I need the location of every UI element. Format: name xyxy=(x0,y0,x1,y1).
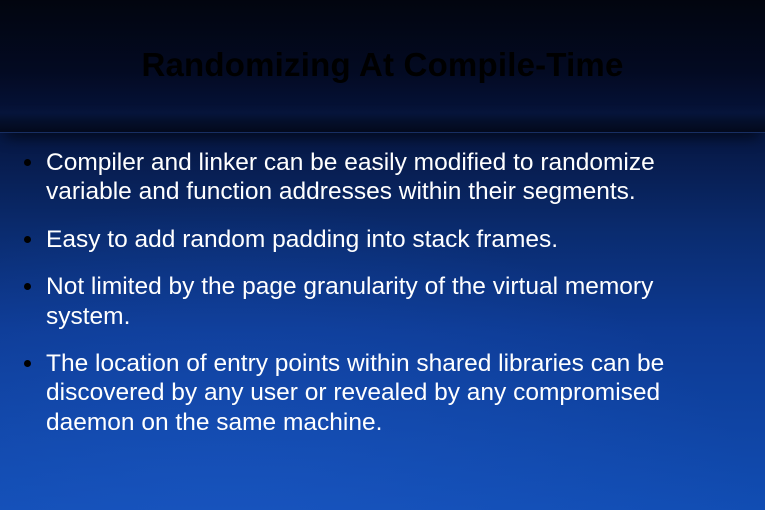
bullet-icon xyxy=(24,159,31,166)
bullet-text: Compiler and linker can be easily modifi… xyxy=(46,149,655,205)
slide-title: Randomizing At Compile-Time xyxy=(0,46,765,84)
list-item: Not limited by the page granularity of t… xyxy=(20,272,737,331)
slide: Randomizing At Compile-Time Compiler and… xyxy=(0,0,765,510)
bullet-text: Easy to add random padding into stack fr… xyxy=(46,226,558,253)
content-area: Compiler and linker can be easily modifi… xyxy=(20,148,737,437)
bullet-icon xyxy=(24,236,31,243)
list-item: The location of entry points within shar… xyxy=(20,349,737,437)
title-divider xyxy=(0,105,765,133)
list-item: Easy to add random padding into stack fr… xyxy=(20,225,737,254)
bullet-text: The location of entry points within shar… xyxy=(46,350,664,436)
bullet-icon xyxy=(24,283,31,290)
title-area: Randomizing At Compile-Time xyxy=(0,0,765,84)
bullet-icon xyxy=(24,360,31,367)
bullet-list: Compiler and linker can be easily modifi… xyxy=(20,148,737,437)
bullet-text: Not limited by the page granularity of t… xyxy=(46,273,653,329)
list-item: Compiler and linker can be easily modifi… xyxy=(20,148,737,207)
